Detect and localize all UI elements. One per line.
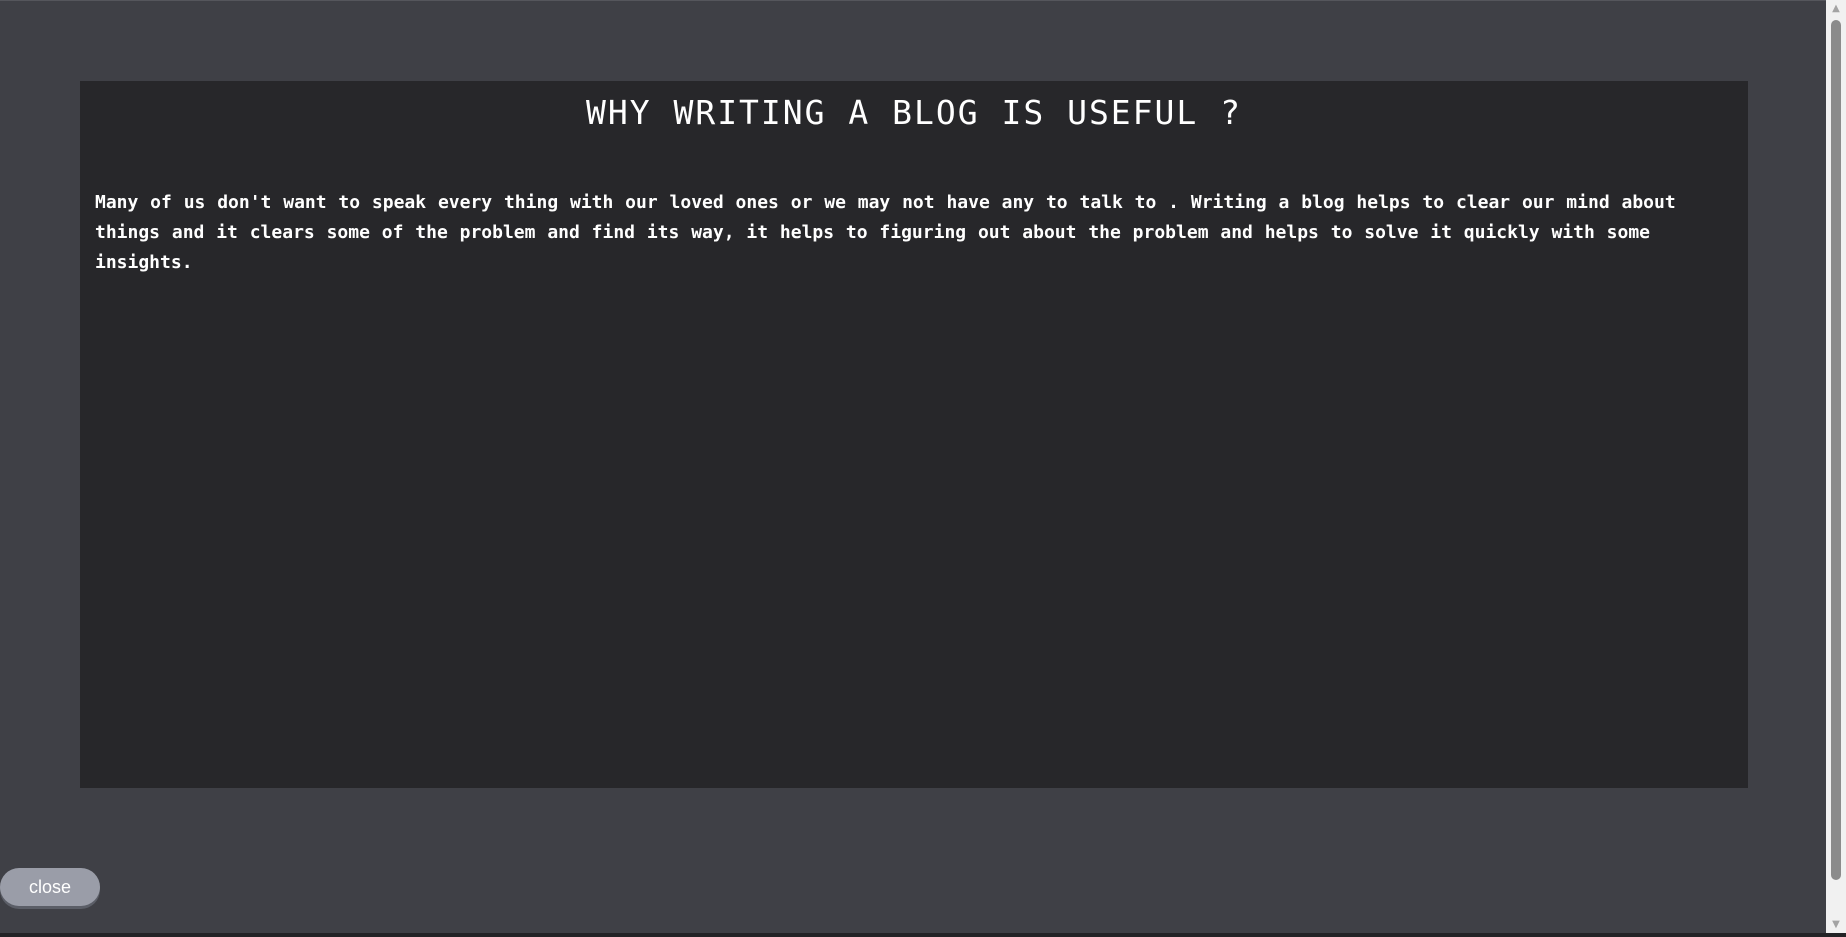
blog-body: Many of us don't want to speak every thi… bbox=[95, 192, 1676, 273]
bottom-divider bbox=[0, 933, 1846, 937]
scrollbar-thumb[interactable] bbox=[1831, 20, 1841, 880]
close-button[interactable]: close bbox=[0, 868, 100, 906]
scroll-up-icon[interactable]: ▲ bbox=[1826, 0, 1846, 17]
blog-title: WHY WRITING A BLOG IS USEFUL ? bbox=[585, 93, 1243, 132]
vertical-scrollbar[interactable]: ▲ ▼ bbox=[1826, 0, 1846, 933]
top-divider bbox=[0, 0, 1826, 1]
scroll-down-icon[interactable]: ▼ bbox=[1826, 916, 1846, 933]
blog-post-panel: WHY WRITING A BLOG IS USEFUL ? Many of u… bbox=[80, 81, 1748, 788]
page: WHY WRITING A BLOG IS USEFUL ? Many of u… bbox=[0, 0, 1846, 937]
